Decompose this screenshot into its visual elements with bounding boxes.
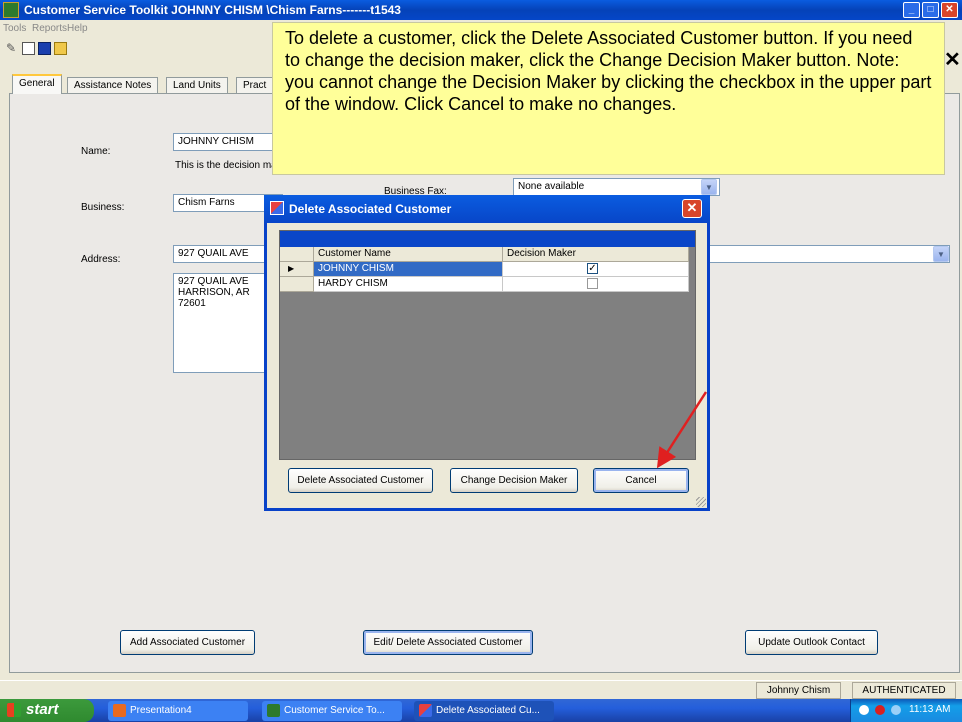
dialog-title: Delete Associated Customer [289, 202, 452, 216]
status-user: Johnny Chism [756, 682, 841, 699]
dialog-title-bar: Delete Associated Customer ✕ [264, 195, 710, 223]
app-icon [267, 704, 280, 717]
menu-help[interactable]: Help [67, 23, 88, 34]
delete-associated-customer-button[interactable]: Delete Associated Customer [288, 468, 433, 493]
instruction-callout: To delete a customer, click the Delete A… [272, 22, 945, 175]
taskbar-item-label: Delete Associated Cu... [436, 705, 540, 716]
security-icon[interactable] [875, 705, 885, 715]
add-associated-customer-button[interactable]: Add Associated Customer [120, 630, 255, 655]
customer-grid: Customer Name Decision Maker ▶ JOHNNY CH… [279, 230, 696, 460]
tab-assistance-notes[interactable]: Assistance Notes [67, 77, 159, 94]
name-field[interactable]: JOHNNY CHISM [173, 133, 283, 151]
chevron-down-icon[interactable]: ▼ [701, 179, 717, 195]
update-outlook-contact-button[interactable]: Update Outlook Contact [745, 630, 878, 655]
menu-tools[interactable]: Tools [3, 23, 26, 34]
tab-land-units[interactable]: Land Units [166, 77, 228, 94]
app-icon [3, 2, 19, 18]
decision-maker-checkbox[interactable] [587, 278, 598, 289]
dialog-app-icon [419, 704, 432, 717]
tab-practices[interactable]: Pract [236, 77, 274, 94]
change-decision-maker-button[interactable]: Change Decision Maker [450, 468, 578, 493]
save-icon[interactable] [38, 42, 51, 55]
maximize-button[interactable]: □ [922, 2, 939, 18]
dialog-app-icon [270, 201, 284, 215]
close-form-icon[interactable]: ✕ [944, 50, 961, 70]
screen: Customer Service Toolkit JOHNNY CHISM \C… [0, 0, 962, 722]
title-bar: Customer Service Toolkit JOHNNY CHISM \C… [0, 0, 962, 20]
grid-caption-bar [280, 231, 695, 247]
system-tray: 11:13 AM [850, 699, 962, 722]
window-title: Customer Service Toolkit JOHNNY CHISM \C… [24, 3, 401, 17]
wrench-icon[interactable]: ✎ [6, 42, 19, 55]
business-label: Business: [81, 202, 125, 213]
taskbar-item-presentation[interactable]: Presentation4 [108, 701, 248, 721]
address-label: Address: [81, 254, 121, 265]
business-fax-field[interactable]: None available [513, 178, 720, 196]
cell-decision-maker [503, 277, 689, 292]
cancel-button[interactable]: Cancel [593, 468, 689, 493]
powerpoint-icon [113, 704, 126, 717]
column-header-customer-name[interactable]: Customer Name [314, 247, 503, 262]
network-icon[interactable] [859, 705, 869, 715]
status-bar: Johnny Chism AUTHENTICATED [0, 680, 962, 699]
new-document-icon[interactable] [22, 42, 35, 55]
taskbar-item-label: Customer Service To... [284, 705, 385, 716]
cell-customer-name[interactable]: HARDY CHISM [314, 277, 503, 292]
start-label: start [26, 701, 59, 718]
resize-grip-icon[interactable] [696, 497, 706, 507]
volume-icon[interactable] [891, 705, 901, 715]
cell-decision-maker: ✓ [503, 262, 689, 277]
decision-maker-checkbox[interactable]: ✓ [587, 263, 598, 274]
taskbar-item-delete-dialog[interactable]: Delete Associated Cu... [414, 701, 554, 721]
edit-delete-associated-customer-button[interactable]: Edit/ Delete Associated Customer [363, 630, 533, 655]
taskbar-item-customer-service[interactable]: Customer Service To... [262, 701, 402, 721]
menu-reports[interactable]: Reports [32, 23, 67, 34]
close-window-button[interactable]: ✕ [941, 2, 958, 18]
row-selector-icon[interactable]: ▶ [280, 262, 314, 277]
name-label: Name: [81, 146, 111, 157]
chevron-down-icon[interactable]: ▼ [933, 246, 949, 262]
clock: 11:13 AM [909, 704, 951, 715]
column-header-decision-maker[interactable]: Decision Maker [503, 247, 689, 262]
grid-corner-header [280, 247, 314, 262]
address-combo[interactable] [700, 245, 950, 263]
start-button[interactable]: start [0, 699, 94, 722]
taskbar-item-label: Presentation4 [130, 705, 192, 716]
delete-associated-customer-dialog: Delete Associated Customer ✕ Customer Na… [264, 195, 710, 511]
tab-general[interactable]: General [12, 74, 62, 94]
minimize-button[interactable]: _ [903, 2, 920, 18]
dialog-close-button[interactable]: ✕ [682, 199, 702, 218]
row-selector[interactable] [280, 277, 314, 292]
taskbar: start Presentation4 Customer Service To.… [0, 699, 962, 722]
cell-customer-name[interactable]: JOHNNY CHISM [314, 262, 503, 277]
windows-logo-icon [7, 703, 21, 717]
status-auth: AUTHENTICATED [852, 682, 956, 699]
open-folder-icon[interactable] [54, 42, 67, 55]
